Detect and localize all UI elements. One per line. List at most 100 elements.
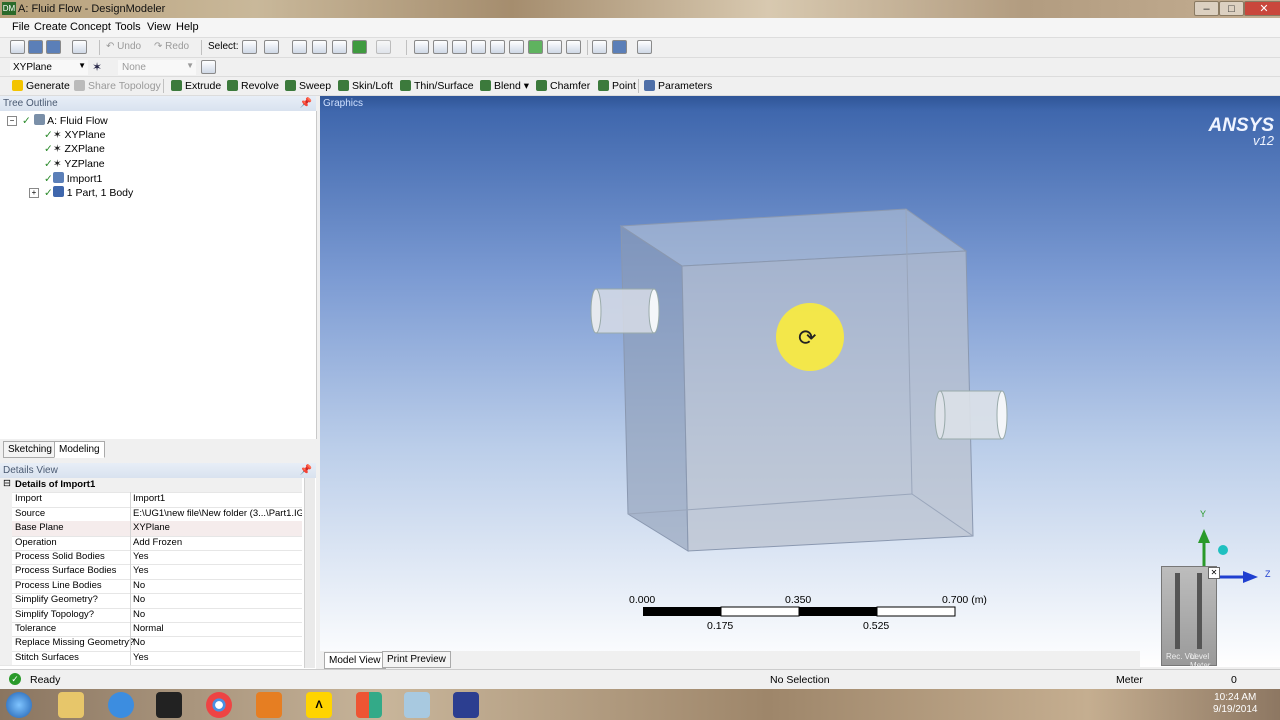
box-zoom-icon[interactable] [509, 40, 524, 54]
system-clock[interactable]: 10:24 AM 9/19/2014 [1213, 692, 1258, 716]
details-row-value[interactable]: No [133, 637, 302, 648]
new-sketch-icon[interactable] [201, 60, 216, 74]
details-row-value[interactable]: No [133, 594, 302, 605]
skin-loft-button[interactable]: Skin/Loft [338, 78, 393, 94]
file-explorer-icon[interactable] [58, 692, 84, 718]
tab-model-view[interactable]: Model View [324, 652, 386, 669]
chrome-icon[interactable] [206, 692, 232, 718]
look-at-icon[interactable] [637, 40, 652, 54]
details-row[interactable]: Simplify Topology? No [0, 607, 302, 623]
app-icon-recorder[interactable] [453, 692, 479, 718]
menu-view[interactable]: View [147, 21, 171, 33]
details-row-value[interactable]: No [133, 609, 302, 620]
select-edges-icon[interactable] [312, 40, 327, 54]
redo-button[interactable]: ↷ Redo [154, 41, 189, 52]
tree-item-parts[interactable]: ✓ 1 Part, 1 Body [44, 186, 133, 199]
plane-select[interactable]: XYPlane ▼ [10, 60, 88, 75]
app-icon-orange[interactable] [256, 692, 282, 718]
select-mode-icon[interactable] [242, 40, 257, 54]
menu-file[interactable]: File [12, 21, 30, 33]
details-row[interactable]: Source E:\UG1\new file\New folder (3...\P… [0, 506, 302, 523]
undo-button[interactable]: ↶ Undo [106, 41, 141, 52]
select-bodies-icon[interactable] [352, 40, 367, 54]
screenshot-icon[interactable] [72, 40, 87, 54]
details-row-value[interactable]: Add Frozen [133, 537, 302, 548]
new-plane-icon[interactable]: ✶ [92, 60, 107, 74]
tree-item-root[interactable]: ✓ A: Fluid Flow [22, 114, 108, 127]
new-icon[interactable] [10, 40, 25, 54]
sweep-button[interactable]: Sweep [285, 78, 331, 94]
extrude-button[interactable]: Extrude [171, 78, 221, 94]
details-row-value[interactable]: Yes [133, 551, 302, 562]
minimize-button[interactable]: – [1194, 1, 1219, 16]
rotate-icon[interactable] [414, 40, 429, 54]
menu-concept[interactable]: Concept [70, 21, 111, 33]
maximize-button[interactable]: □ [1219, 1, 1244, 16]
tree-item-import1[interactable]: ✓ Import1 [44, 172, 102, 185]
details-row[interactable]: Base Plane XYPlane [0, 521, 302, 537]
details-row[interactable]: Tolerance Normal [0, 622, 302, 638]
app-icon-multicolor[interactable] [356, 692, 382, 718]
zoom-to-fit-icon[interactable] [528, 40, 543, 54]
details-row-value[interactable]: E:\UG1\new file\New folder (3...\Part1.I… [133, 508, 302, 519]
save-icon[interactable] [28, 40, 43, 54]
pan-icon[interactable] [433, 40, 448, 54]
save-as-icon[interactable] [46, 40, 61, 54]
tab-modeling[interactable]: Modeling [54, 441, 105, 458]
app-icon-blue[interactable] [404, 692, 430, 718]
generate-button[interactable]: Generate [12, 78, 70, 94]
extend-selection-icon[interactable] [376, 40, 391, 54]
details-row[interactable]: Replace Missing Geometry? No [0, 636, 302, 652]
collapse-icon[interactable]: − [7, 116, 17, 126]
thin-surface-button[interactable]: Thin/Surface [400, 78, 474, 94]
meter-close-icon[interactable]: ✕ [1208, 567, 1220, 579]
chamfer-button[interactable]: Chamfer [536, 78, 590, 94]
parameters-button[interactable]: Parameters [644, 78, 712, 94]
details-row[interactable]: Process Surface Bodies Yes [0, 564, 302, 580]
sketch-select[interactable]: None ▼ [118, 60, 196, 75]
tree-item-yzplane[interactable]: ✓✶ YZPlane [44, 158, 105, 170]
revolve-button[interactable]: Revolve [227, 78, 279, 94]
pin-icon[interactable]: 📌 [300, 96, 312, 111]
blend-button[interactable]: Blend ▾ [480, 78, 529, 94]
select-points-icon[interactable] [292, 40, 307, 54]
details-scrollbar[interactable] [304, 478, 315, 668]
details-row[interactable]: Stitch Surfaces Yes [0, 650, 302, 667]
ansys-workbench-icon[interactable]: Λ [306, 692, 332, 718]
internet-explorer-icon[interactable] [108, 692, 134, 718]
expand-icon[interactable]: + [29, 188, 39, 198]
menu-help[interactable]: Help [176, 21, 199, 33]
select-filter-icon[interactable] [264, 40, 279, 54]
details-row[interactable]: Operation Add Frozen [0, 535, 302, 551]
tree-item-xyplane[interactable]: ✓✶ XYPlane [44, 129, 105, 141]
menu-create[interactable]: Create [34, 21, 67, 33]
pin-icon[interactable]: 📌 [300, 463, 312, 478]
details-row-value[interactable]: Yes [133, 565, 302, 576]
tab-sketching[interactable]: Sketching [3, 441, 57, 458]
zoom-in-icon[interactable] [471, 40, 486, 54]
details-row-value[interactable]: Normal [133, 623, 302, 634]
details-row-value[interactable]: Import1 [133, 493, 302, 504]
details-row-value[interactable]: Yes [133, 652, 302, 663]
details-row[interactable]: Process Line Bodies No [0, 578, 302, 595]
details-row-value[interactable]: No [133, 580, 302, 591]
zoom-out-icon[interactable] [490, 40, 505, 54]
graphics-viewport[interactable]: ANSYS v12 ⟳ 0.000 0.350 0.700 (m) 0.175 … [320, 111, 1280, 670]
share-topology-button[interactable]: Share Topology [74, 78, 161, 94]
tree-item-zxplane[interactable]: ✓✶ ZXPlane [44, 143, 105, 155]
select-faces-icon[interactable] [332, 40, 347, 54]
details-row[interactable]: Process Solid Bodies Yes [0, 550, 302, 566]
menu-tools[interactable]: Tools [115, 21, 141, 33]
display-model-icon[interactable] [612, 40, 627, 54]
close-button[interactable]: ✕ [1244, 1, 1280, 16]
previous-view-icon[interactable] [566, 40, 581, 54]
start-icon[interactable] [6, 692, 32, 718]
point-button[interactable]: Point [598, 78, 636, 94]
details-row-value[interactable]: XYPlane [133, 522, 302, 533]
details-row[interactable]: Import Import1 [0, 492, 302, 508]
details-row[interactable]: Simplify Geometry? No [0, 593, 302, 609]
axis-icon[interactable] [592, 40, 607, 54]
tab-print-preview[interactable]: Print Preview [382, 651, 451, 668]
app-icon-black[interactable] [156, 692, 182, 718]
zoom-icon[interactable] [452, 40, 467, 54]
